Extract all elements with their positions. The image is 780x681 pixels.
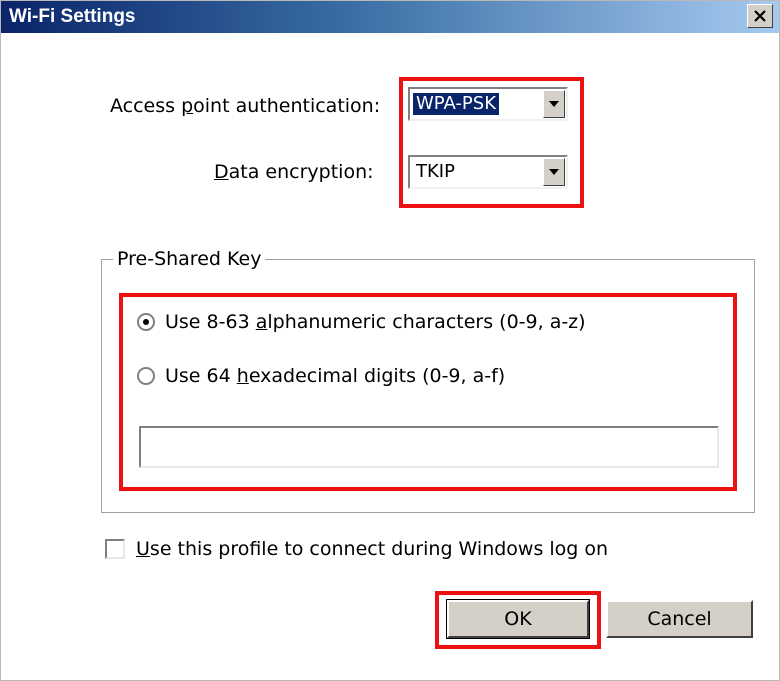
option2-part: Use 64 bbox=[165, 365, 237, 387]
auth-selected-value: WPA-PSK bbox=[413, 93, 499, 115]
encryption-label-mnemonic: D bbox=[214, 161, 229, 183]
auth-label-mnemonic: p bbox=[181, 95, 194, 117]
option-hexadecimal-label[interactable]: Use 64 hexadecimal digits (0-9, a-f) bbox=[165, 365, 505, 387]
chevron-down-icon bbox=[549, 101, 559, 107]
option1-part: Use 8-63 bbox=[165, 311, 256, 333]
logon-checkbox[interactable] bbox=[105, 539, 125, 559]
logon-label-mnemonic: U bbox=[136, 538, 150, 560]
auth-label-part: oint authentication: bbox=[193, 95, 381, 117]
title-bar[interactable]: Wi-Fi Settings bbox=[1, 1, 779, 33]
auth-dropdown[interactable]: WPA-PSK bbox=[408, 87, 568, 121]
wifi-settings-dialog: Wi-Fi Settings Access point authenticati… bbox=[0, 0, 780, 681]
radio-selected-dot bbox=[143, 319, 149, 325]
dialog-title: Wi-Fi Settings bbox=[9, 6, 136, 27]
chevron-down-icon bbox=[549, 169, 559, 175]
logon-label[interactable]: Use this profile to connect during Windo… bbox=[136, 538, 608, 560]
ok-button[interactable]: OK bbox=[446, 599, 590, 639]
auth-label: Access point authentication: bbox=[110, 95, 380, 117]
close-button[interactable] bbox=[747, 4, 773, 28]
encryption-label: Data encryption: bbox=[214, 161, 374, 183]
encryption-selected-value: TKIP bbox=[416, 161, 455, 182]
auth-label-part: Access bbox=[110, 95, 182, 117]
auth-dropdown-button[interactable] bbox=[543, 90, 565, 118]
encryption-dropdown-button[interactable] bbox=[543, 158, 565, 186]
logon-label-part: se this profile to connect during Window… bbox=[149, 538, 609, 560]
pre-shared-key-input[interactable] bbox=[139, 426, 719, 468]
cancel-button[interactable]: Cancel bbox=[606, 600, 753, 638]
psk-group-label: Pre-Shared Key bbox=[113, 248, 266, 270]
option1-mnemonic: a bbox=[255, 311, 268, 333]
option2-mnemonic: h bbox=[236, 365, 249, 387]
encryption-label-part: ata encryption: bbox=[228, 161, 374, 183]
radio-hexadecimal[interactable] bbox=[137, 367, 155, 385]
option-alphanumeric-label[interactable]: Use 8-63 alphanumeric characters (0-9, a… bbox=[165, 311, 586, 333]
encryption-dropdown[interactable]: TKIP bbox=[408, 155, 568, 189]
option1-part: lphanumeric characters (0-9, a-z) bbox=[267, 311, 586, 333]
close-icon bbox=[754, 10, 766, 22]
radio-alphanumeric[interactable] bbox=[137, 313, 155, 331]
option2-part: exadecimal digits (0-9, a-f) bbox=[248, 365, 506, 387]
